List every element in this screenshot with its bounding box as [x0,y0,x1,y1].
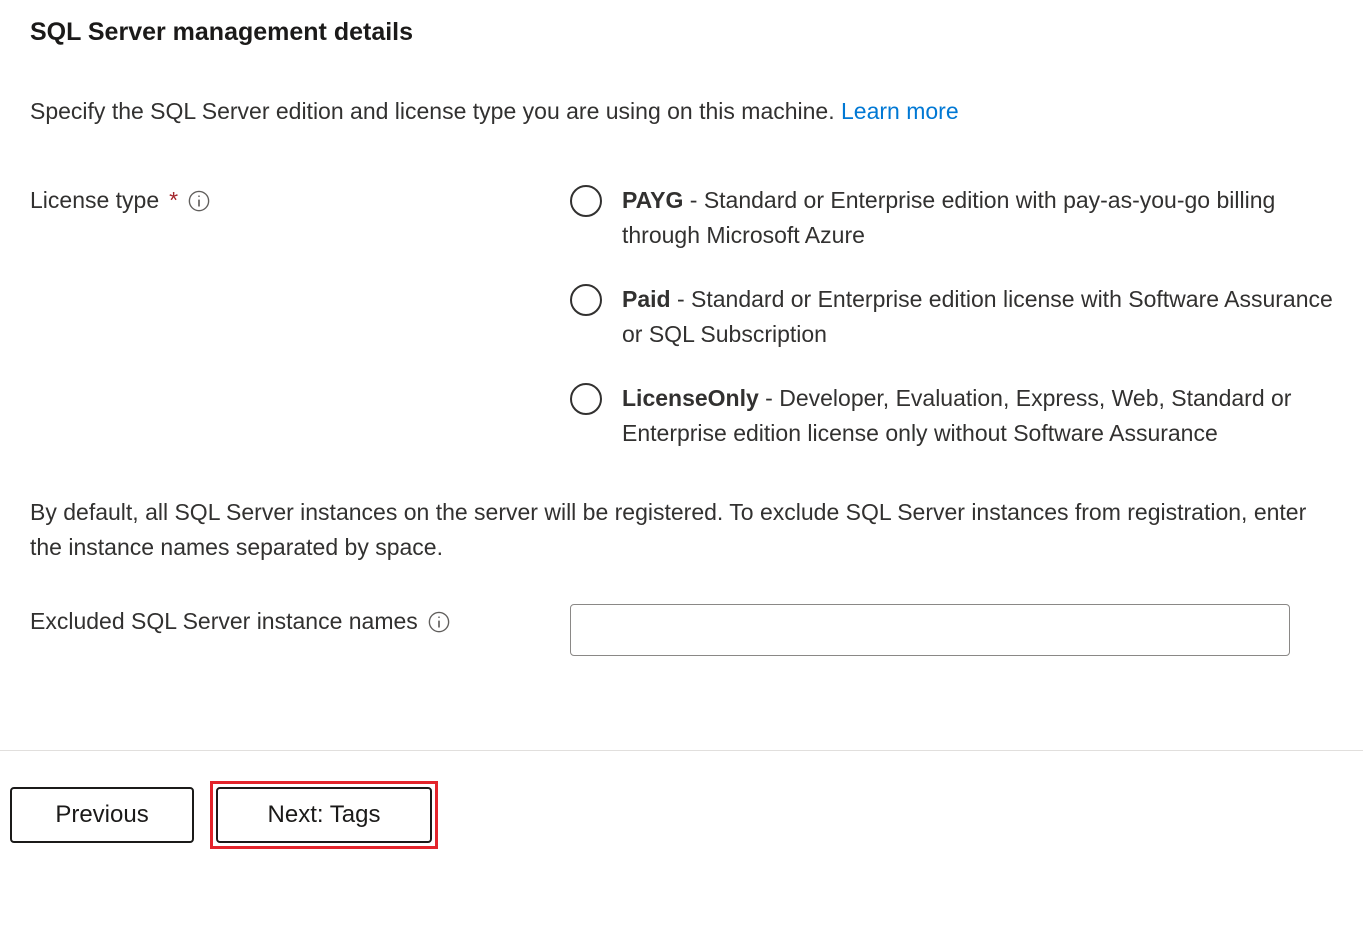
radio-name: LicenseOnly [622,385,759,411]
info-icon[interactable] [188,190,210,212]
excluded-instances-row: Excluded SQL Server instance names [30,604,1333,656]
section-description: Specify the SQL Server edition and licen… [30,95,1333,128]
license-type-radio-group: PAYG - Standard or Enterprise edition wi… [570,183,1333,450]
wizard-footer: Previous Next: Tags [0,751,1363,879]
radio-name: Paid [622,286,671,312]
exclusion-helper-text: By default, all SQL Server instances on … [30,495,1333,564]
radio-option-licenseonly[interactable]: LicenseOnly - Developer, Evaluation, Exp… [570,381,1333,450]
radio-option-paid[interactable]: Paid - Standard or Enterprise edition li… [570,282,1333,351]
radio-circle [570,284,602,316]
required-asterisk: * [169,187,178,214]
radio-label: LicenseOnly - Developer, Evaluation, Exp… [622,381,1333,450]
radio-desc: - Standard or Enterprise edition with pa… [622,187,1275,248]
radio-option-payg[interactable]: PAYG - Standard or Enterprise edition wi… [570,183,1333,252]
learn-more-link[interactable]: Learn more [841,98,959,124]
description-text: Specify the SQL Server edition and licen… [30,98,841,124]
radio-circle [570,383,602,415]
radio-desc: - Standard or Enterprise edition license… [622,286,1333,347]
previous-button[interactable]: Previous [10,787,194,843]
radio-label: PAYG - Standard or Enterprise edition wi… [622,183,1333,252]
license-type-row: License type * PAYG - Standard or Enterp… [30,183,1333,450]
license-type-label: License type * [30,183,570,214]
info-icon[interactable] [428,611,450,633]
radio-label: Paid - Standard or Enterprise edition li… [622,282,1333,351]
section-title: SQL Server management details [30,18,1333,47]
radio-name: PAYG [622,187,683,213]
next-button-highlight: Next: Tags [210,781,438,849]
excluded-instances-label: Excluded SQL Server instance names [30,604,570,635]
excluded-instances-input[interactable] [570,604,1290,656]
radio-circle [570,185,602,217]
excluded-instances-label-text: Excluded SQL Server instance names [30,608,418,635]
next-tags-button[interactable]: Next: Tags [216,787,432,843]
license-type-label-text: License type [30,187,159,214]
